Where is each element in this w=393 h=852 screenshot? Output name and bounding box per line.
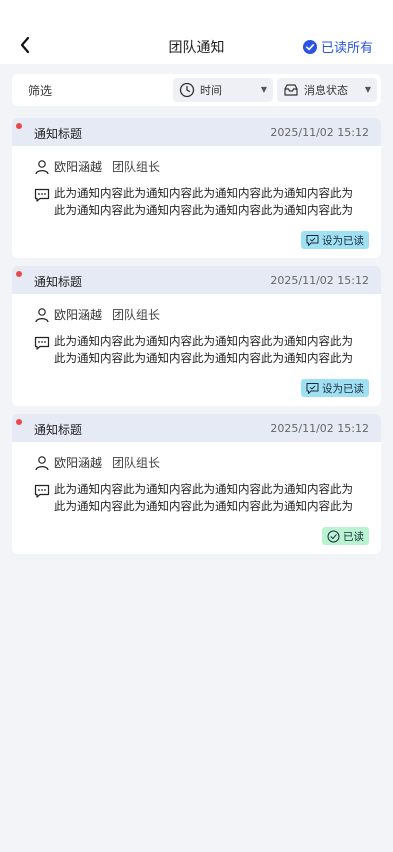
mark-read-button[interactable]: 设为已读 — [301, 231, 369, 249]
notification-title: 通知标题 — [34, 423, 83, 437]
notification-content: 此为通知内容此为通知内容此为通知内容此为通知内容此为 此为通知内容此为通知内容此… — [54, 333, 369, 367]
dropdown-arrow-icon: ▼ — [364, 85, 371, 94]
dropdown-arrow-icon: ▼ — [260, 85, 267, 94]
message-icon — [34, 336, 50, 350]
sender-name: 欧阳涵越 — [54, 308, 103, 322]
notification-time: 2025/11/02 15:12 — [270, 274, 369, 287]
notification-card[interactable]: 通知标题 2025/11/02 15:12 欧阳涵越 团队组长 此为通知内容此为… — [12, 118, 381, 258]
unread-dot — [16, 123, 22, 129]
mark-read-label: 设为已读 — [322, 234, 364, 247]
content-line: 此为通知内容此为通知内容此为通知内容此为通知内容此为 — [54, 203, 353, 217]
status-filter-label: 消息状态 — [304, 84, 348, 97]
unread-dot — [16, 419, 22, 425]
sender-row: 欧阳涵越 团队组长 — [34, 454, 160, 471]
time-filter-label: 时间 — [200, 84, 222, 97]
read-all-label: 已读所有 — [320, 41, 373, 56]
notification-content: 此为通知内容此为通知内容此为通知内容此为通知内容此为 此为通知内容此为通知内容此… — [54, 185, 369, 219]
content-line: 此为通知内容此为通知内容此为通知内容此为通知内容此为 — [54, 499, 353, 513]
inbox-icon — [284, 84, 298, 96]
content-line: 此为通知内容此为通知内容此为通知内容此为通知内容此为 — [54, 482, 353, 496]
sender-role: 团队组长 — [112, 308, 161, 322]
notification-title: 通知标题 — [34, 275, 83, 289]
sender-row: 欧阳涵越 团队组长 — [34, 306, 160, 323]
user-icon — [35, 307, 49, 322]
check-circle-icon — [327, 530, 340, 542]
sender-name: 欧阳涵越 — [54, 456, 103, 470]
message-icon — [34, 188, 50, 202]
notification-title: 通知标题 — [34, 127, 83, 141]
notification-time: 2025/11/02 15:12 — [270, 422, 369, 435]
sender-role: 团队组长 — [112, 456, 161, 470]
message-icon — [306, 234, 319, 246]
user-icon — [35, 455, 49, 470]
read-status-badge: 已读 — [322, 527, 369, 545]
content-line: 此为通知内容此为通知内容此为通知内容此为通知内容此为 — [54, 351, 353, 365]
sender-name: 欧阳涵越 — [54, 160, 103, 174]
read-all-button[interactable]: 已读所有 — [302, 37, 373, 56]
mark-read-button[interactable]: 设为已读 — [301, 379, 369, 397]
notification-card[interactable]: 通知标题 2025/11/02 15:12 欧阳涵越 团队组长 此为通知内容此为… — [12, 266, 381, 406]
notification-content: 此为通知内容此为通知内容此为通知内容此为通知内容此为 此为通知内容此为通知内容此… — [54, 481, 369, 515]
notification-card[interactable]: 通知标题 2025/11/02 15:12 欧阳涵越 团队组长 此为通知内容此为… — [12, 414, 381, 554]
notification-time: 2025/11/02 15:12 — [270, 126, 369, 139]
time-filter-dropdown[interactable]: 时间 ▼ — [173, 78, 273, 102]
user-icon — [35, 159, 49, 174]
sender-role: 团队组长 — [112, 160, 161, 174]
message-icon — [306, 382, 319, 394]
read-status-label: 已读 — [343, 530, 364, 543]
mark-read-label: 设为已读 — [322, 382, 364, 395]
clock-icon — [179, 82, 195, 98]
message-icon — [34, 484, 50, 498]
filter-label: 筛选 — [28, 84, 53, 98]
top-nav-bar: 团队通知 已读所有 — [0, 0, 393, 64]
check-circle-icon — [302, 39, 317, 54]
sender-row: 欧阳涵越 团队组长 — [34, 158, 160, 175]
filter-bar: 筛选 时间 ▼ 消息状态 ▼ — [12, 74, 381, 106]
content-line: 此为通知内容此为通知内容此为通知内容此为通知内容此为 — [54, 186, 353, 200]
unread-dot — [16, 271, 22, 277]
content-line: 此为通知内容此为通知内容此为通知内容此为通知内容此为 — [54, 334, 353, 348]
status-filter-dropdown[interactable]: 消息状态 ▼ — [277, 78, 377, 102]
